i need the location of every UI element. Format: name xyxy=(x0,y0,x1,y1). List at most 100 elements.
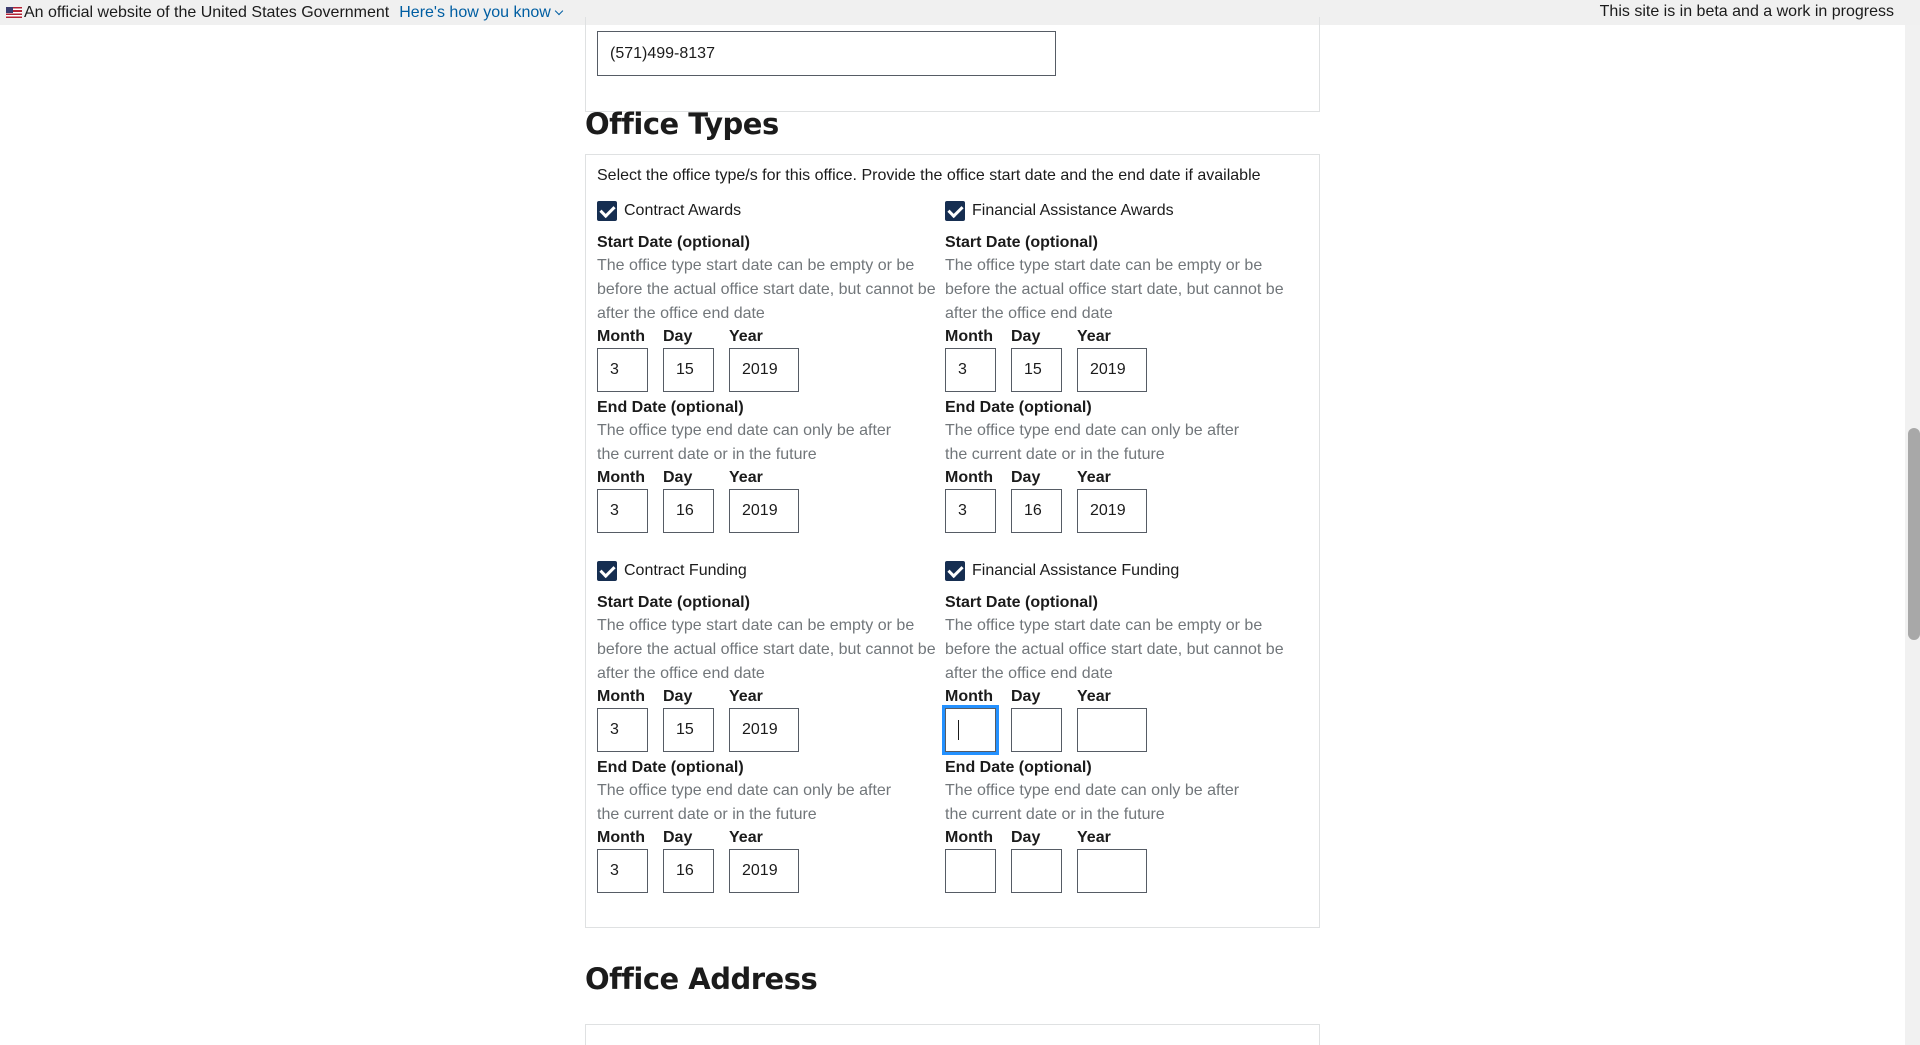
end-date-hint: The office type end date can only be aft… xyxy=(597,782,892,823)
year-label: Year xyxy=(1077,328,1111,345)
month-label: Month xyxy=(945,829,993,846)
end-date-hint: The office type end date can only be aft… xyxy=(945,422,1240,463)
day-label: Day xyxy=(1011,469,1041,486)
start-date-fields: Month Day Year xyxy=(942,686,1293,755)
start-date-hint: The office type start date can be empty … xyxy=(597,617,936,682)
end-date-fields: Month Day Year xyxy=(945,827,1293,893)
start-year-input[interactable]: 2019 xyxy=(729,708,799,752)
day-label: Day xyxy=(663,688,693,705)
checkbox-checked-icon xyxy=(597,561,617,581)
start-month-input[interactable] xyxy=(942,705,999,755)
start-date-fields: Month 3 Day 15 Year 2019 xyxy=(945,326,1293,392)
page-scrollbar[interactable] xyxy=(1905,25,1920,1045)
end-month-input[interactable]: 3 xyxy=(597,849,648,893)
office-types-fieldset: Select the office type/s for this office… xyxy=(585,154,1320,928)
end-date-hint: The office type end date can only be aft… xyxy=(945,782,1240,823)
end-date-label: End Date (optional) xyxy=(945,759,1092,776)
text-cursor xyxy=(958,720,959,740)
month-label: Month xyxy=(945,328,993,345)
office-types-heading: Office Types xyxy=(585,107,779,141)
checkbox-label: Contract Awards xyxy=(624,202,742,219)
end-year-input[interactable] xyxy=(1077,849,1147,893)
office-type-financial-assistance-awards: Financial Assistance Awards Start Date (… xyxy=(945,200,1293,533)
start-year-input[interactable]: 2019 xyxy=(1077,348,1147,392)
end-day-input[interactable]: 16 xyxy=(663,849,714,893)
end-date-label: End Date (optional) xyxy=(945,399,1092,416)
day-label: Day xyxy=(663,469,693,486)
month-label: Month xyxy=(597,829,645,846)
heres-how-you-know-label: Here's how you know xyxy=(399,3,551,21)
contract-awards-checkbox[interactable]: Contract Awards xyxy=(597,200,945,222)
month-label: Month xyxy=(597,328,645,345)
checkbox-checked-icon xyxy=(945,201,965,221)
start-date-fields: Month 3 Day 15 Year 2019 xyxy=(597,686,945,752)
end-date-label: End Date (optional) xyxy=(597,759,744,776)
checkbox-label: Contract Funding xyxy=(624,562,747,579)
end-day-input[interactable] xyxy=(1011,849,1062,893)
start-date-hint: The office type start date can be empty … xyxy=(945,617,1284,682)
scrollbar-thumb[interactable] xyxy=(1908,428,1920,640)
year-label: Year xyxy=(1077,469,1111,486)
contract-funding-checkbox[interactable]: Contract Funding xyxy=(597,560,945,582)
end-year-input[interactable]: 2019 xyxy=(1077,489,1147,533)
start-month-input[interactable]: 3 xyxy=(597,708,648,752)
end-day-input[interactable]: 16 xyxy=(663,489,714,533)
checkbox-label: Financial Assistance Funding xyxy=(972,562,1180,579)
start-month-input[interactable]: 3 xyxy=(597,348,648,392)
start-date-label: Start Date (optional) xyxy=(945,234,1098,251)
end-day-input[interactable]: 16 xyxy=(1011,489,1062,533)
heres-how-you-know-link[interactable]: Here's how you know xyxy=(399,3,564,22)
end-year-input[interactable]: 2019 xyxy=(729,849,799,893)
year-label: Year xyxy=(1077,688,1111,705)
end-date-fields: Month 3 Day 16 Year 2019 xyxy=(597,467,945,533)
day-label: Day xyxy=(663,328,693,345)
checkbox-label: Financial Assistance Awards xyxy=(972,202,1174,219)
start-date-hint: The office type start date can be empty … xyxy=(597,257,936,322)
office-address-heading: Office Address xyxy=(585,962,818,996)
start-year-input[interactable]: 2019 xyxy=(729,348,799,392)
year-label: Year xyxy=(729,829,763,846)
end-date-label: End Date (optional) xyxy=(597,399,744,416)
chevron-down-icon xyxy=(554,6,564,15)
end-month-input[interactable]: 3 xyxy=(597,489,648,533)
year-label: Year xyxy=(729,328,763,345)
end-date-hint: The office type end date can only be aft… xyxy=(597,422,892,463)
day-label: Day xyxy=(1011,829,1041,846)
office-address-fieldset xyxy=(585,1024,1320,1045)
year-label: Year xyxy=(729,469,763,486)
year-label: Year xyxy=(729,688,763,705)
checkbox-checked-icon xyxy=(945,561,965,581)
end-month-input[interactable] xyxy=(945,849,996,893)
official-website-text: An official website of the United States… xyxy=(24,3,390,21)
end-month-input[interactable]: 3 xyxy=(945,489,996,533)
year-label: Year xyxy=(1077,829,1111,846)
start-day-input[interactable]: 15 xyxy=(1011,348,1062,392)
start-date-label: Start Date (optional) xyxy=(945,594,1098,611)
month-label: Month xyxy=(597,688,645,705)
start-month-input[interactable]: 3 xyxy=(945,348,996,392)
month-label: Month xyxy=(945,469,993,486)
start-day-input[interactable]: 15 xyxy=(663,348,714,392)
phone-input[interactable]: (571)499-8137 xyxy=(597,31,1056,76)
start-date-label: Start Date (optional) xyxy=(597,234,750,251)
month-label: Month xyxy=(597,469,645,486)
start-day-input[interactable]: 15 xyxy=(663,708,714,752)
day-label: Day xyxy=(1011,688,1041,705)
us-flag-icon xyxy=(6,7,22,18)
day-label: Day xyxy=(663,829,693,846)
start-date-fields: Month 3 Day 15 Year 2019 xyxy=(597,326,945,392)
end-date-fields: Month 3 Day 16 Year 2019 xyxy=(945,467,1293,533)
start-date-label: Start Date (optional) xyxy=(597,594,750,611)
start-year-input[interactable] xyxy=(1077,708,1147,752)
office-type-contract-awards: Contract Awards Start Date (optional) Th… xyxy=(597,200,945,533)
beta-notice: This site is in beta and a work in progr… xyxy=(1599,3,1894,20)
end-date-fields: Month 3 Day 16 Year 2019 xyxy=(597,827,945,893)
checkbox-checked-icon xyxy=(597,201,617,221)
day-label: Day xyxy=(1011,328,1041,345)
phone-section: (571)499-8137 xyxy=(585,17,1320,112)
financial-assistance-awards-checkbox[interactable]: Financial Assistance Awards xyxy=(945,200,1293,222)
financial-assistance-funding-checkbox[interactable]: Financial Assistance Funding xyxy=(945,560,1293,582)
office-type-financial-assistance-funding: Financial Assistance Funding Start Date … xyxy=(942,560,1293,893)
start-day-input[interactable] xyxy=(1011,708,1062,752)
end-year-input[interactable]: 2019 xyxy=(729,489,799,533)
